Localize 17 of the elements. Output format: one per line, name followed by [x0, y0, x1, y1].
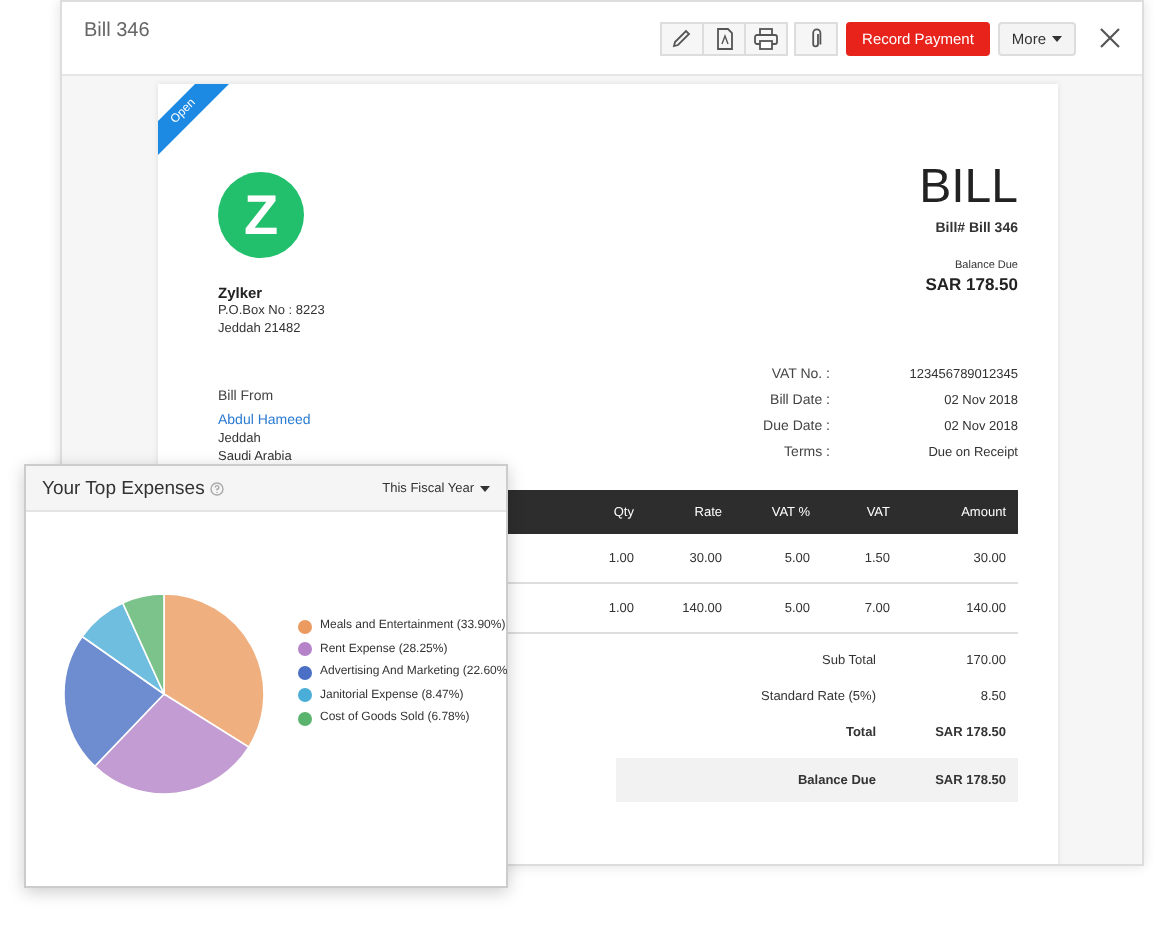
caret-icon: [1052, 35, 1062, 41]
pencil-icon: [672, 28, 693, 48]
logo-icon: Z: [218, 172, 304, 258]
attach-button[interactable]: [794, 21, 839, 55]
printer-icon: [754, 27, 779, 49]
window-title: Bill 346: [84, 19, 150, 41]
balance-due-amount: SAR 178.50: [925, 274, 1018, 294]
print-button[interactable]: [744, 21, 789, 55]
bill-heading: BILL: [919, 160, 1018, 216]
help-icon: [210, 481, 225, 495]
card-title: Your Top Expenses: [42, 477, 205, 499]
close-button[interactable]: [1096, 24, 1124, 52]
close-icon: [1100, 28, 1120, 48]
edit-button[interactable]: [660, 21, 705, 55]
paperclip-icon: [810, 27, 823, 49]
document-icon: [715, 27, 734, 49]
pdf-button[interactable]: [702, 21, 747, 55]
